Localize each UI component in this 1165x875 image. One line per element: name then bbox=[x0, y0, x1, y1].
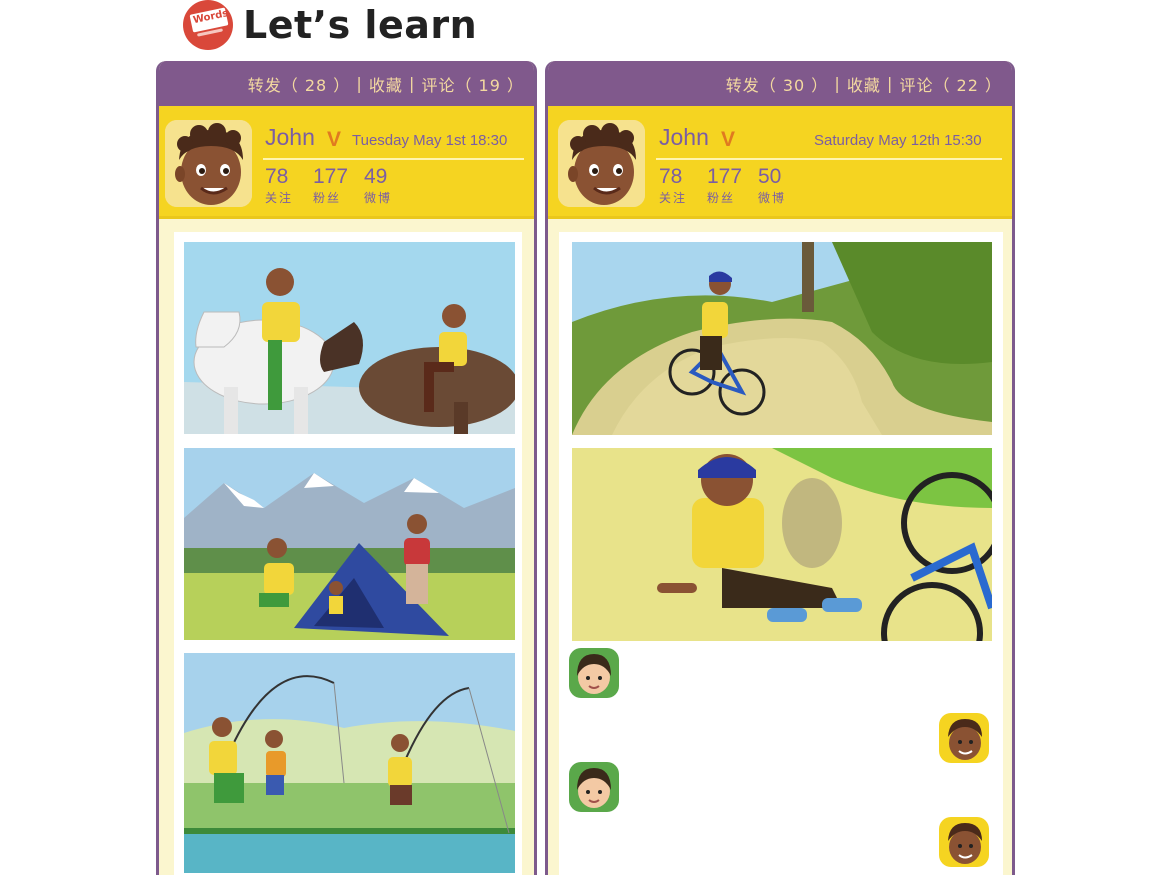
stat-value: 177 bbox=[707, 165, 743, 188]
favorite-button[interactable]: 收藏 bbox=[369, 72, 403, 96]
stat-label: 粉丝 bbox=[707, 191, 736, 205]
stat-followers[interactable]: 177 粉丝 bbox=[707, 166, 742, 206]
separator: | bbox=[828, 74, 847, 93]
stat-followers[interactable]: 177 粉丝 bbox=[313, 166, 348, 206]
stat-label: 关注 bbox=[265, 191, 294, 205]
stat-following[interactable]: 78 关注 bbox=[659, 166, 687, 206]
photo-fishing[interactable] bbox=[184, 653, 515, 873]
post-date: Tuesday May 1st 18:30 bbox=[352, 132, 508, 149]
chat-avatar-john[interactable] bbox=[939, 817, 989, 867]
stat-following[interactable]: 78 关注 bbox=[265, 166, 293, 206]
post-actions-bar: 转发（ 30 ） | 收藏 | 评论（ 22 ） bbox=[548, 61, 1012, 106]
stat-value: 49 bbox=[364, 165, 388, 188]
profile-name[interactable]: John bbox=[265, 124, 315, 151]
photo-fell-off-bike[interactable] bbox=[572, 448, 992, 641]
forward-button[interactable]: 转发（ 28 ） bbox=[248, 72, 351, 96]
profile-divider bbox=[656, 158, 1002, 160]
post-actions-bar: 转发（ 28 ） | 收藏 | 评论（ 19 ） bbox=[159, 61, 534, 106]
stat-label: 关注 bbox=[659, 191, 688, 205]
stat-value: 50 bbox=[758, 165, 782, 188]
post-content bbox=[174, 232, 522, 875]
profile-header: John V Saturday May 12th 15:30 78 关注 177… bbox=[548, 106, 1012, 219]
stat-label: 粉丝 bbox=[313, 191, 342, 205]
avatar[interactable] bbox=[558, 120, 645, 207]
post-content bbox=[559, 232, 1003, 875]
avatar[interactable] bbox=[165, 120, 252, 207]
page-header: Words Let’s learn bbox=[183, 0, 477, 50]
photo-camping[interactable] bbox=[184, 448, 515, 640]
weibo-post-1: 转发（ 28 ） | 收藏 | 评论（ 19 ） John V Tuesday … bbox=[156, 61, 537, 875]
words-logo-icon: Words bbox=[183, 0, 233, 50]
profile-header: John V Tuesday May 1st 18:30 78 关注 177 粉… bbox=[159, 106, 534, 219]
stat-posts[interactable]: 49 微博 bbox=[364, 166, 392, 206]
chat-avatar-friend[interactable] bbox=[569, 762, 619, 812]
comment-button[interactable]: 评论（ 19 ） bbox=[421, 72, 524, 96]
verified-icon: V bbox=[327, 128, 342, 151]
stat-value: 78 bbox=[659, 165, 683, 188]
separator: | bbox=[880, 74, 900, 93]
post-date: Saturday May 12th 15:30 bbox=[814, 132, 982, 149]
stat-label: 微博 bbox=[364, 191, 393, 205]
photo-riding-bike[interactable] bbox=[572, 242, 992, 435]
profile-divider bbox=[263, 158, 524, 160]
separator: | bbox=[350, 74, 369, 93]
comment-button[interactable]: 评论（ 22 ） bbox=[899, 72, 1002, 96]
chat-avatar-friend[interactable] bbox=[569, 648, 619, 698]
weibo-post-2: 转发（ 30 ） | 收藏 | 评论（ 22 ） John V Saturday… bbox=[545, 61, 1015, 875]
verified-icon: V bbox=[721, 128, 736, 151]
separator: | bbox=[402, 74, 422, 93]
profile-name[interactable]: John bbox=[659, 124, 709, 151]
forward-button[interactable]: 转发（ 30 ） bbox=[726, 72, 829, 96]
stat-posts[interactable]: 50 微博 bbox=[758, 166, 786, 206]
favorite-button[interactable]: 收藏 bbox=[847, 72, 881, 96]
stat-label: 微博 bbox=[758, 191, 787, 205]
photo-riding-horses[interactable] bbox=[184, 242, 515, 434]
page-title: Let’s learn bbox=[243, 3, 478, 47]
chat-avatar-john[interactable] bbox=[939, 713, 989, 763]
stat-value: 78 bbox=[265, 165, 289, 188]
stat-value: 177 bbox=[313, 165, 349, 188]
